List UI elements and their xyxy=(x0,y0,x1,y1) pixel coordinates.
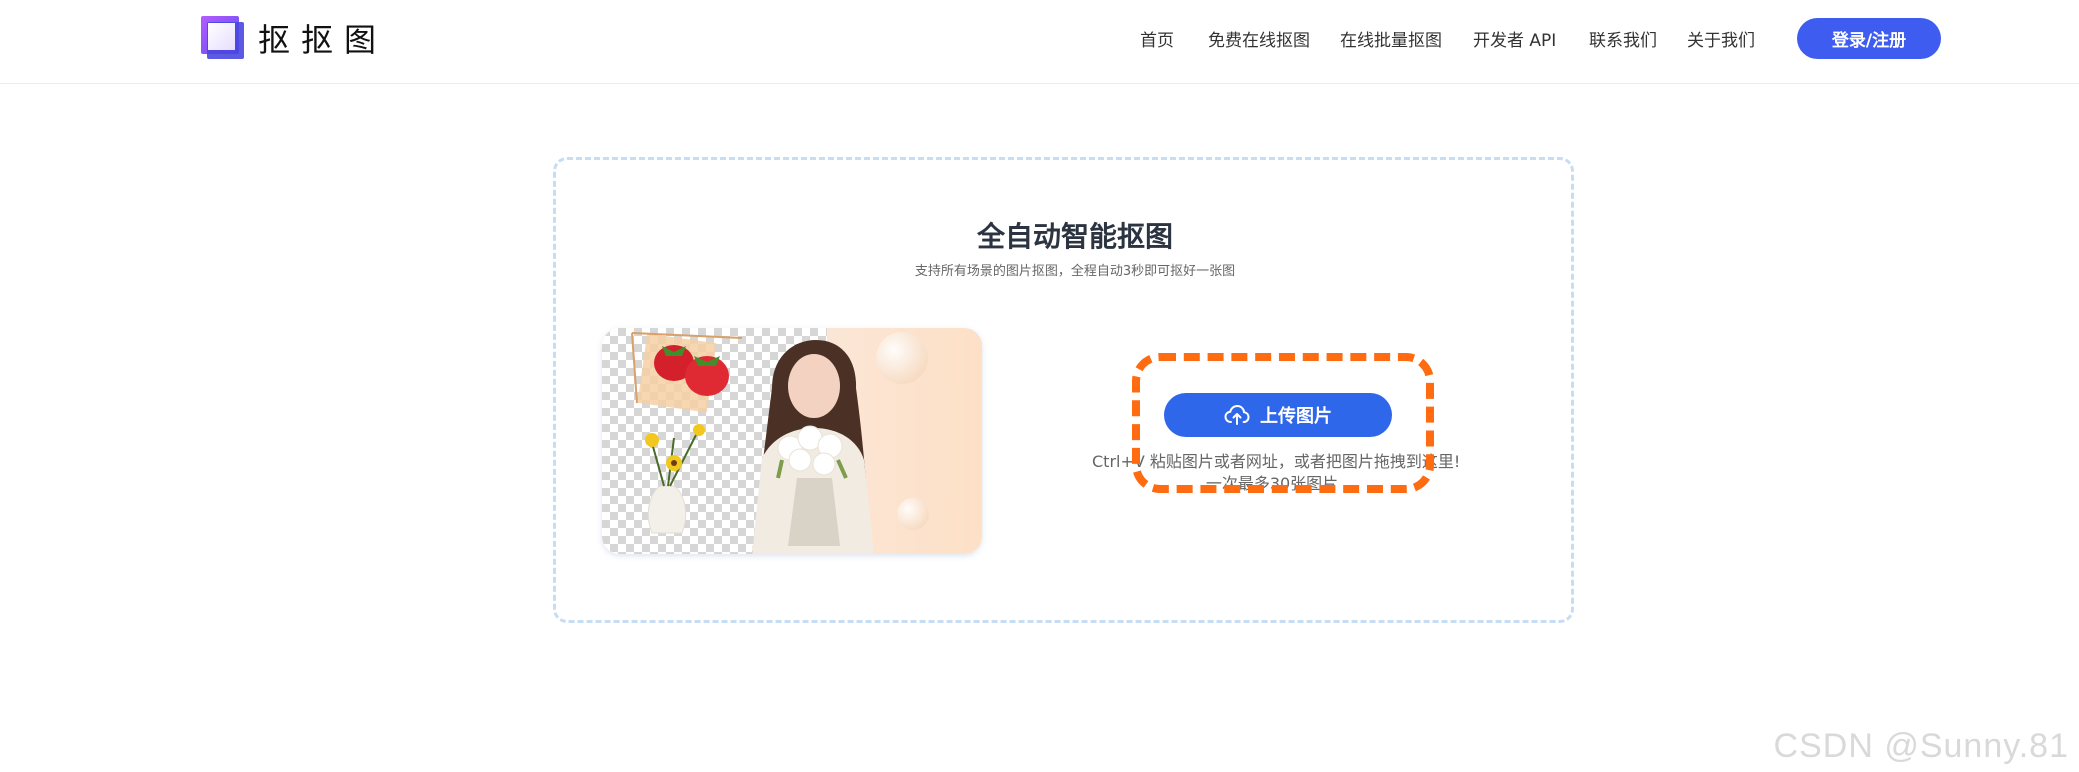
nav-about-us[interactable]: 关于我们 xyxy=(1687,26,1755,51)
nav-free-online-cutout[interactable]: 免费在线抠图 xyxy=(1208,26,1310,51)
csdn-watermark: CSDN @Sunny.81 xyxy=(1773,727,2069,765)
upload-image-button[interactable]: 上传图片 xyxy=(1164,393,1392,437)
upload-button-label: 上传图片 xyxy=(1260,406,1332,427)
brand-name: 抠抠图 xyxy=(258,20,388,59)
logo-icon xyxy=(201,16,244,59)
sample-cutout-illustration xyxy=(602,328,982,554)
nav-contact-us[interactable]: 联系我们 xyxy=(1589,26,1657,51)
nav-batch-cutout[interactable]: 在线批量抠图 xyxy=(1340,26,1442,51)
logo[interactable]: 抠抠图 xyxy=(201,15,387,60)
paste-drag-hint: Ctrl+V 粘贴图片或者网址，或者把图片拖拽到这里! xyxy=(1092,452,1461,471)
nav-developer-api[interactable]: 开发者 API xyxy=(1473,26,1556,51)
cloud-upload-icon xyxy=(1224,404,1250,425)
page-title: 全自动智能抠图 xyxy=(976,220,1173,253)
nav-home[interactable]: 首页 xyxy=(1140,26,1174,51)
max-files-hint: 一次最多30张图片 xyxy=(1205,474,1339,493)
sample-image xyxy=(602,328,982,554)
page-subtitle: 支持所有场景的图片抠图，全程自动3秒即可抠好一张图 xyxy=(914,264,1236,279)
top-navigation-bar: 抠抠图 首页 免费在线抠图 在线批量抠图 开发者 API 联系我们 关于我们 登… xyxy=(0,0,2079,84)
login-register-button[interactable]: 登录/注册 xyxy=(1797,18,1941,59)
